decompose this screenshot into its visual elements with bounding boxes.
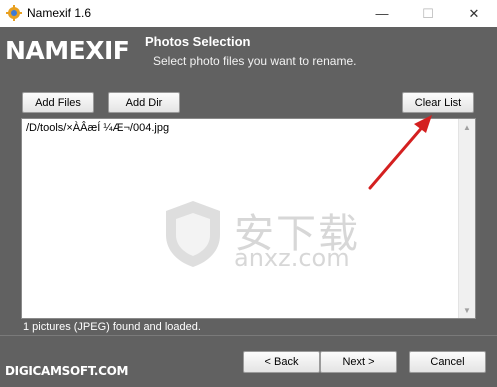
maximize-button[interactable]: ☐ xyxy=(405,0,451,27)
watermark-shield-icon xyxy=(166,201,220,267)
page-title: Photos Selection xyxy=(145,34,251,49)
cancel-button[interactable]: Cancel xyxy=(409,351,486,373)
close-button[interactable]: ✕ xyxy=(451,0,497,27)
minimize-button[interactable]: — xyxy=(359,0,405,27)
title-bar: Namexif 1.6 — ☐ ✕ xyxy=(0,0,497,27)
list-item[interactable]: /D/tools/×ÀÂæÍ ¼Æ¬/004.jpg xyxy=(26,122,169,134)
add-files-button[interactable]: Add Files xyxy=(22,92,94,113)
add-dir-button[interactable]: Add Dir xyxy=(108,92,180,113)
photos-panel: Add Files Add Dir Clear List /D/tools/×À… xyxy=(0,79,497,335)
back-button[interactable]: < Back xyxy=(243,351,320,373)
status-text: 1 pictures (JPEG) found and loaded. xyxy=(23,321,201,333)
app-gear-icon xyxy=(6,5,22,21)
page-subtitle: Select photo files you want to rename. xyxy=(153,54,357,68)
clear-list-button[interactable]: Clear List xyxy=(402,92,474,113)
file-list[interactable]: /D/tools/×ÀÂæÍ ¼Æ¬/004.jpg 安下载 anxz.com … xyxy=(21,118,476,319)
footer: DIGICAMSOFT.COM < Back Next > Cancel xyxy=(0,335,497,387)
vertical-scrollbar[interactable]: ▲ ▼ xyxy=(458,119,475,318)
scroll-down-arrow-icon[interactable]: ▼ xyxy=(459,302,475,318)
next-button[interactable]: Next > xyxy=(320,351,397,373)
window-title: Namexif 1.6 xyxy=(27,6,92,20)
watermark-url: anxz.com xyxy=(234,244,350,272)
namexif-window: Namexif 1.6 — ☐ ✕ NAMEXIF Photos Selecti… xyxy=(0,0,497,387)
digicamsoft-logo: DIGICAMSOFT.COM xyxy=(5,364,129,378)
namexif-logo: NAMEXIF xyxy=(5,36,130,65)
header: NAMEXIF Photos Selection Select photo fi… xyxy=(0,27,497,79)
scroll-up-arrow-icon[interactable]: ▲ xyxy=(459,119,475,135)
